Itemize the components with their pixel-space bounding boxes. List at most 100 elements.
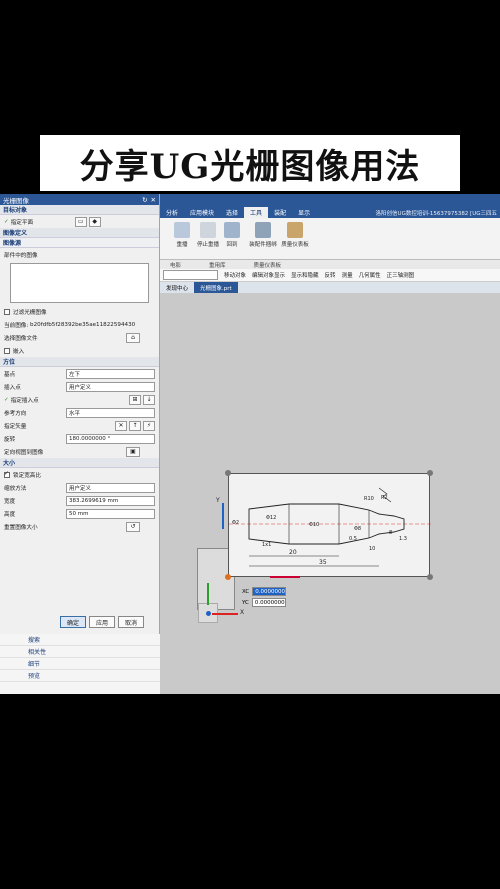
svg-text:R2: R2 bbox=[381, 495, 388, 501]
y-axis-label: Y bbox=[216, 497, 220, 504]
quality-dashboard-button[interactable]: 质量仪表板 bbox=[277, 222, 313, 248]
height-field[interactable]: 50 mm bbox=[66, 508, 155, 519]
tab-discovery-center[interactable]: 发现中心 bbox=[160, 282, 194, 293]
cmd-show-hide[interactable]: 显示和隐藏 bbox=[291, 271, 319, 279]
document-tabs: 发现中心 光栅图象.prt bbox=[160, 282, 500, 293]
tab-display[interactable]: 显示 bbox=[292, 208, 316, 217]
cmd-invert[interactable]: 反转 bbox=[325, 271, 336, 279]
navigator-panel: 搜索 相关性 细节 预览 bbox=[0, 634, 160, 694]
nav-details[interactable]: 细节 bbox=[0, 658, 160, 670]
nav-search[interactable]: 搜索 bbox=[0, 634, 160, 646]
section-size[interactable]: 大小 bbox=[0, 458, 159, 468]
handle-tl[interactable] bbox=[225, 470, 231, 476]
tab-app-modules[interactable]: 应用模块 bbox=[184, 208, 220, 217]
vector-dialog-icon[interactable]: ↑ bbox=[129, 420, 141, 431]
scale-method-select[interactable]: 用户定义 bbox=[66, 482, 155, 493]
vector-type-icon[interactable]: ⚡ bbox=[143, 420, 155, 431]
open-folder-icon[interactable]: ⌂ bbox=[126, 332, 140, 343]
plane-select-icon[interactable]: ▭ bbox=[74, 216, 87, 227]
shaft-drawing: 1x1 20 35 Φ12 R2 Φ10 Φ8 R10 0.5 10 1.3 Φ… bbox=[229, 487, 431, 567]
section-target[interactable]: 目标对象 bbox=[0, 205, 159, 215]
part-images-list[interactable] bbox=[10, 263, 149, 303]
replay-icon bbox=[174, 222, 190, 238]
window-status-text: 洛阳创信UG数控培训-15637975382 [UG三四五 bbox=[375, 210, 497, 217]
tab-analysis[interactable]: 分析 bbox=[160, 208, 184, 217]
cmd-measure[interactable]: 测量 bbox=[342, 271, 353, 279]
insert-point-row: 插入点 用户定义 bbox=[0, 380, 159, 393]
svg-text:Φ10: Φ10 bbox=[309, 522, 319, 528]
point-dialog-icon[interactable]: ⊞ bbox=[129, 394, 141, 405]
title-bar bbox=[160, 194, 500, 207]
xc-field[interactable]: 0.0000000 bbox=[252, 587, 287, 596]
point-type-icon[interactable]: ↓ bbox=[143, 394, 155, 405]
svg-text:R10: R10 bbox=[364, 496, 374, 502]
type-filter-select[interactable] bbox=[163, 270, 218, 280]
handle-br[interactable] bbox=[427, 574, 433, 580]
video-title: 分享UG光栅图像用法 bbox=[79, 146, 421, 187]
ribbon-tabs: 分析 应用模块 选择 工具 装配 显示 洛阳创信UG数控培训-156379753… bbox=[160, 207, 500, 218]
section-orientation[interactable]: 方位 bbox=[0, 357, 159, 367]
reset-size-icon[interactable]: ↺ bbox=[126, 521, 140, 532]
x-drag-arrow[interactable] bbox=[270, 576, 300, 578]
svg-text:35: 35 bbox=[319, 559, 327, 566]
cmd-edit-display[interactable]: 编辑对象显示 bbox=[252, 271, 285, 279]
insert-point-select[interactable]: 用户定义 bbox=[66, 381, 155, 392]
reset-size-row: 重置图像大小 ↺ bbox=[0, 520, 159, 533]
filter-checkbox[interactable] bbox=[4, 308, 10, 315]
handle-tr[interactable] bbox=[427, 470, 433, 476]
nav-dependencies[interactable]: 相关性 bbox=[0, 646, 160, 658]
svg-text:8: 8 bbox=[389, 530, 392, 536]
cancel-button[interactable]: 取消 bbox=[118, 616, 144, 628]
ok-button[interactable]: 确定 bbox=[60, 616, 86, 628]
ref-dir-select[interactable]: 水平 bbox=[66, 407, 155, 418]
filter-row[interactable]: 过滤光栅图像 bbox=[0, 305, 159, 318]
dialog-title: 光栅图像 bbox=[3, 196, 29, 205]
rotate-field[interactable]: 180.0000000 ° bbox=[66, 433, 155, 444]
command-bar: 移动对象 编辑对象显示 显示和隐藏 反转 测量 几何属性 正三轴测图 bbox=[160, 269, 500, 282]
yc-field[interactable]: 0.0000000 bbox=[251, 598, 286, 607]
tab-tools[interactable]: 工具 bbox=[244, 207, 269, 218]
nx-screenshot: 分析 应用模块 选择 工具 装配 显示 洛阳创信UG数控培训-156379753… bbox=[0, 194, 500, 694]
bottom-letterbox bbox=[0, 694, 500, 889]
plane-dialog-icon[interactable]: ◆ bbox=[88, 216, 101, 227]
base-point-select[interactable]: 左下 bbox=[66, 368, 155, 379]
tab-select[interactable]: 选择 bbox=[220, 208, 244, 217]
width-field[interactable]: 383.2699619 mm bbox=[66, 495, 155, 506]
orient-view-icon[interactable]: ▣ bbox=[126, 446, 140, 457]
reverse-icon[interactable]: ✕ bbox=[115, 420, 127, 431]
y-drag-arrow[interactable] bbox=[222, 503, 224, 529]
cmd-geom-props[interactable]: 几何属性 bbox=[359, 271, 381, 279]
reset-icon[interactable]: ↻ bbox=[142, 196, 147, 204]
select-file-row: 选择图像文件 ⌂ bbox=[0, 331, 159, 344]
x-axis-label: X bbox=[240, 609, 245, 616]
tab-assembly[interactable]: 装配 bbox=[268, 208, 292, 217]
height-row: 高度 50 mm bbox=[0, 507, 159, 520]
section-image-source[interactable]: 图像源 bbox=[0, 238, 159, 248]
rotate-row: 旋转 180.0000000 ° bbox=[0, 432, 159, 445]
svg-text:20: 20 bbox=[289, 549, 297, 556]
wcs-origin-icon bbox=[206, 611, 211, 616]
tab-part-file[interactable]: 光栅图象.prt bbox=[194, 282, 238, 293]
nav-preview[interactable]: 预览 bbox=[0, 670, 160, 682]
graphics-window[interactable]: 1x1 20 35 Φ12 R2 Φ10 Φ8 R10 0.5 10 1.3 Φ… bbox=[160, 293, 500, 694]
svg-text:Φ12: Φ12 bbox=[266, 515, 276, 521]
lock-aspect-checkbox[interactable] bbox=[4, 470, 10, 478]
close-icon[interactable]: ✕ bbox=[151, 196, 156, 204]
tile-row[interactable]: 嵌入 bbox=[0, 344, 159, 357]
video-title-banner: 分享UG光栅图像用法 bbox=[40, 135, 460, 191]
raster-image-dialog: 光栅图像 ↻ ✕ 目标对象 ✓ 指定平面 ▭ ◆ 图像定义 图像源 部件中的图像 … bbox=[0, 194, 160, 694]
raster-image[interactable]: 1x1 20 35 Φ12 R2 Φ10 Φ8 R10 0.5 10 1.3 Φ… bbox=[228, 473, 431, 577]
svg-text:10: 10 bbox=[369, 546, 375, 552]
assembly-bundle-button[interactable]: 装配件捆绑 bbox=[245, 222, 281, 248]
base-point-handle[interactable] bbox=[225, 574, 231, 580]
tile-checkbox[interactable] bbox=[4, 347, 10, 354]
section-image-def[interactable]: 图像定义 bbox=[0, 228, 159, 238]
svg-text:0.5: 0.5 bbox=[349, 536, 357, 542]
wcs-x-axis bbox=[212, 613, 238, 615]
dashboard-icon bbox=[287, 222, 303, 238]
lock-aspect-row[interactable]: 锁定宽高比 bbox=[0, 468, 159, 481]
cmd-move-object[interactable]: 移动对象 bbox=[224, 271, 246, 279]
ribbon-group-labels: 电影 重用库 质量仪表板 bbox=[160, 260, 500, 269]
cmd-trimetric[interactable]: 正三轴测图 bbox=[387, 271, 415, 279]
apply-button[interactable]: 应用 bbox=[89, 616, 115, 628]
